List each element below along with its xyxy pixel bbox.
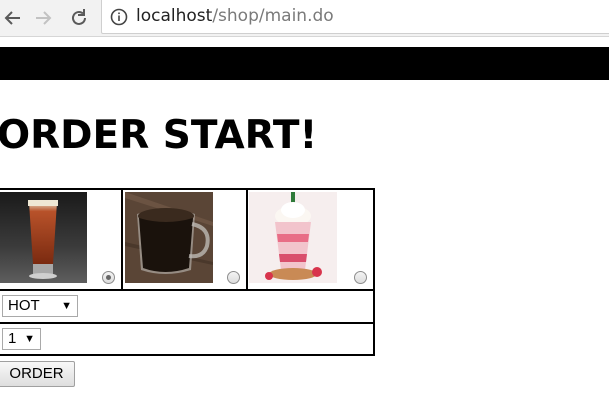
info-icon[interactable]: [110, 8, 128, 26]
order-table: HOT ▼ 1 ▼: [0, 187, 375, 357]
page-title: ORDER START!: [0, 113, 318, 158]
strawberry-frappuccino-image: [249, 192, 337, 283]
quantity-cell: 1 ▼: [0, 321, 375, 357]
product-radio-3[interactable]: [354, 271, 367, 285]
product-cell: [246, 187, 375, 292]
reload-button[interactable]: [66, 5, 92, 31]
temperature-cell: HOT ▼: [0, 289, 375, 324]
browser-toolbar: localhost/shop/main.do: [0, 0, 609, 37]
temperature-value: HOT: [8, 297, 40, 315]
quantity-row: 1 ▼: [0, 321, 375, 357]
temperature-row: HOT ▼: [0, 289, 375, 324]
address-bar[interactable]: localhost/shop/main.do: [101, 0, 609, 34]
top-bar: [0, 47, 609, 80]
product-radio-1[interactable]: [102, 271, 115, 285]
product-radio-2[interactable]: [227, 271, 240, 285]
back-button[interactable]: [0, 5, 26, 31]
dropdown-arrow-icon: ▼: [61, 300, 72, 313]
product-cell: [121, 187, 248, 292]
url-host: localhost: [136, 6, 213, 26]
product-row: [0, 187, 375, 292]
dropdown-arrow-icon: ▼: [24, 332, 35, 345]
forward-button[interactable]: [30, 5, 56, 31]
order-button[interactable]: ORDER: [0, 361, 75, 387]
quantity-value: 1: [8, 329, 17, 347]
quantity-select[interactable]: 1 ▼: [2, 327, 41, 350]
hot-coffee-image: [125, 192, 213, 283]
reload-icon: [72, 9, 86, 25]
url-path: /shop/main.do: [212, 6, 334, 26]
iced-tea-image: [0, 192, 87, 283]
url-text: localhost/shop/main.do: [136, 6, 334, 26]
arrow-right-icon: [36, 11, 52, 25]
arrow-left-icon: [4, 11, 20, 25]
product-cell: [0, 187, 123, 292]
temperature-select[interactable]: HOT ▼: [2, 295, 78, 318]
